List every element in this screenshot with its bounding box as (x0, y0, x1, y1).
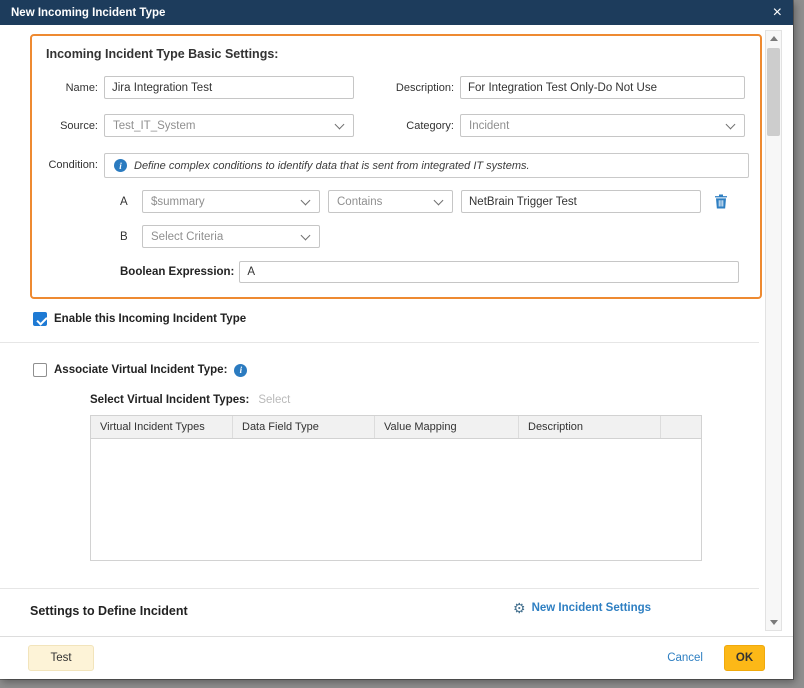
new-incident-settings-label: New Incident Settings (532, 602, 652, 614)
enable-incident-type-row: Enable this Incoming Incident Type (30, 312, 759, 326)
chevron-down-icon (301, 197, 311, 207)
delete-criteria-button[interactable] (714, 194, 728, 209)
source-category-row: Source: Test_IT_System Category: Inciden… (46, 114, 760, 137)
condition-hint-box: i Define complex conditions to identify … (104, 153, 749, 178)
select-virtual-types-row: Select Virtual Incident Types: Select (30, 394, 759, 406)
scrollbar-thumb[interactable] (767, 48, 780, 136)
dialog-title: New Incoming Incident Type (11, 7, 165, 19)
name-description-row: Name: Description: (46, 76, 760, 99)
chevron-down-icon (726, 121, 736, 131)
source-dropdown-value: Test_IT_System (113, 120, 335, 132)
enable-checkbox[interactable] (33, 312, 47, 326)
chevron-down-icon (335, 121, 345, 131)
scroll-up-arrow[interactable] (766, 31, 781, 46)
new-incident-settings-link[interactable]: ⚙ New Incident Settings (513, 601, 651, 615)
column-header-virtual-incident-types: Virtual Incident Types (91, 416, 233, 438)
table-empty-body (91, 439, 701, 560)
select-virtual-types-link[interactable]: Select (258, 394, 290, 406)
gear-icon: ⚙ (513, 601, 526, 615)
basic-settings-section: Incoming Incident Type Basic Settings: N… (30, 34, 762, 299)
boolean-expression-row: Boolean Expression: (104, 261, 749, 283)
criteria-field-placeholder: Select Criteria (151, 231, 301, 243)
boolean-expression-label: Boolean Expression: (120, 266, 234, 278)
dialog-footer: Test Cancel OK (0, 636, 793, 679)
source-label: Source: (46, 120, 104, 132)
description-label: Description: (354, 82, 460, 94)
condition-body: i Define complex conditions to identify … (104, 153, 749, 283)
criteria-field-value: $summary (151, 196, 301, 208)
close-icon[interactable]: × (773, 5, 782, 21)
associate-checkbox-label: Associate Virtual Incident Type: (54, 364, 227, 376)
name-input[interactable] (104, 76, 354, 99)
settings-define-incident-section: Settings to Define Incident ⚙ New Incide… (0, 588, 759, 628)
criteria-row-b: B Select Criteria (104, 225, 749, 248)
column-header-value-mapping: Value Mapping (375, 416, 519, 438)
section-divider (0, 342, 759, 343)
scroll-down-arrow[interactable] (766, 615, 781, 630)
source-dropdown[interactable]: Test_IT_System (104, 114, 354, 137)
ok-button[interactable]: OK (724, 645, 765, 671)
condition-section: Condition: i Define complex conditions t… (46, 153, 760, 283)
associate-checkbox[interactable] (33, 363, 47, 377)
trash-icon (714, 194, 728, 209)
settings-heading: Settings to Define Incident (30, 604, 188, 618)
criteria-letter: A (120, 196, 142, 208)
category-label: Category: (354, 120, 460, 132)
category-dropdown-value: Incident (469, 120, 726, 132)
criteria-operator-dropdown[interactable]: Contains (328, 190, 453, 213)
table-header-row: Virtual Incident Types Data Field Type V… (91, 416, 701, 439)
dialog-content: Incoming Incident Type Basic Settings: N… (0, 25, 759, 636)
select-virtual-types-label: Select Virtual Incident Types: (90, 394, 249, 406)
name-label: Name: (46, 82, 104, 94)
info-icon: i (114, 159, 127, 172)
dialog-titlebar: New Incoming Incident Type × (0, 0, 793, 25)
basic-settings-heading: Incoming Incident Type Basic Settings: (46, 47, 760, 61)
column-header-description: Description (519, 416, 661, 438)
new-incoming-incident-type-dialog: New Incoming Incident Type × Incoming In… (0, 0, 793, 679)
criteria-field-dropdown[interactable]: $summary (142, 190, 320, 213)
info-icon: i (234, 364, 247, 377)
chevron-down-icon (434, 197, 444, 207)
desktop-background: New Incoming Incident Type × Incoming In… (0, 0, 804, 688)
criteria-operator-value: Contains (337, 196, 434, 208)
enable-checkbox-label: Enable this Incoming Incident Type (54, 313, 246, 325)
criteria-field-dropdown-b[interactable]: Select Criteria (142, 225, 320, 248)
chevron-down-icon (301, 232, 311, 242)
condition-label: Condition: (46, 159, 104, 171)
category-dropdown[interactable]: Incident (460, 114, 745, 137)
vertical-scrollbar[interactable] (765, 30, 782, 631)
criteria-row-a: A $summary Contains (104, 190, 749, 213)
criteria-value-input[interactable] (461, 190, 701, 213)
column-header-data-field-type: Data Field Type (233, 416, 375, 438)
dialog-body: Incoming Incident Type Basic Settings: N… (0, 25, 793, 636)
condition-hint-text: Define complex conditions to identify da… (134, 160, 530, 172)
column-header-empty (661, 416, 701, 438)
boolean-expression-input[interactable] (239, 261, 739, 283)
description-input[interactable] (460, 76, 745, 99)
test-button[interactable]: Test (28, 645, 94, 671)
criteria-letter: B (120, 231, 142, 243)
virtual-incident-types-table: Virtual Incident Types Data Field Type V… (90, 415, 702, 561)
cancel-button[interactable]: Cancel (667, 652, 703, 664)
associate-virtual-row: Associate Virtual Incident Type: i (30, 363, 759, 377)
